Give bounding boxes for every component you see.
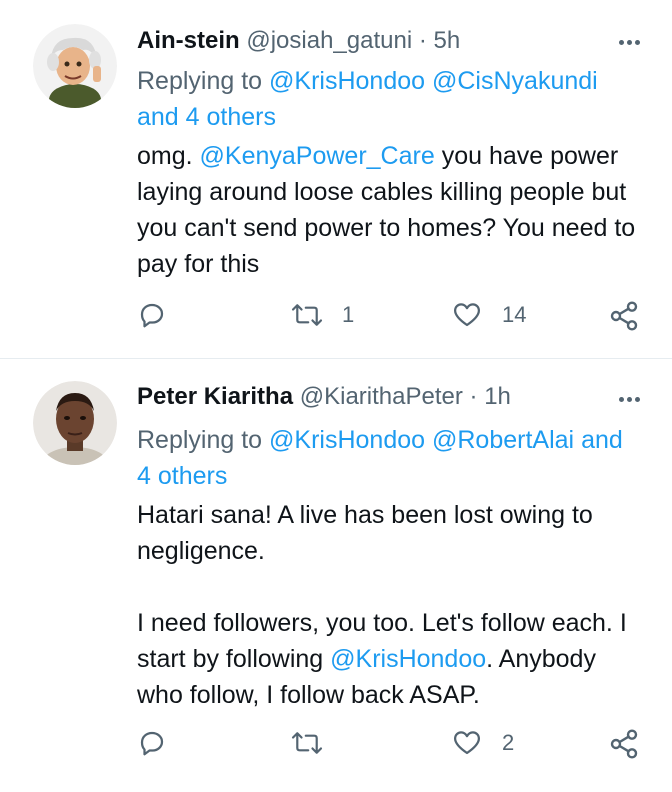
display-name[interactable]: Peter Kiaritha <box>137 383 293 410</box>
text-paragraph: Hatari sana! A live has been lost owing … <box>137 501 593 565</box>
text-part: omg. <box>137 142 200 170</box>
retweet-button[interactable] <box>290 728 346 758</box>
action-bar: 1 14 <box>0 300 672 340</box>
share-icon <box>610 301 638 331</box>
more-icon[interactable] <box>619 397 640 402</box>
action-bar: 2 <box>0 728 672 768</box>
like-icon <box>454 731 480 755</box>
tweet[interactable]: Peter Kiaritha @KiarithaPeter · 1h Reply… <box>0 359 672 792</box>
replying-prefix: Replying to <box>137 67 263 95</box>
timestamp[interactable]: 5h <box>434 27 461 54</box>
username[interactable]: @KiarithaPeter <box>300 383 463 410</box>
tweet-text: Hatari sana! A live has been lost owing … <box>137 497 647 713</box>
mention-link[interactable]: @KenyaPower_Care <box>200 142 435 170</box>
like-count: 14 <box>502 302 527 327</box>
replying-to: Replying to @KrisHondoo @RobertAlai and … <box>137 422 642 494</box>
mention-link[interactable]: @CisNyakundi <box>432 67 598 95</box>
retweet-icon <box>291 732 323 754</box>
reply-icon <box>140 303 164 328</box>
reply-icon <box>140 731 164 756</box>
mention-link[interactable]: @RobertAlai <box>432 426 574 454</box>
reply-button[interactable] <box>137 728 189 758</box>
separator-dot: · <box>418 27 427 54</box>
tweet[interactable]: Ain-stein @josiah_gatuni · 5h Replying t… <box>0 0 672 358</box>
like-count: 2 <box>502 730 515 755</box>
timestamp[interactable]: 1h <box>484 383 511 410</box>
text-paragraph: I need followers, you too. Let's follow … <box>137 605 647 713</box>
like-button[interactable]: 14 <box>452 300 526 330</box>
like-button[interactable]: 2 <box>452 728 514 758</box>
retweet-icon <box>291 304 323 326</box>
display-name[interactable]: Ain-stein <box>137 27 240 54</box>
mention-link[interactable]: @KrisHondoo <box>269 426 425 454</box>
replying-to: Replying to @KrisHondoo @CisNyakundi and… <box>137 63 642 135</box>
share-button[interactable] <box>608 728 640 760</box>
mention-link[interactable]: @KrisHondoo <box>269 67 425 95</box>
username[interactable]: @josiah_gatuni <box>246 27 412 54</box>
more-icon[interactable] <box>619 40 640 45</box>
avatar[interactable] <box>33 24 117 108</box>
reply-button[interactable] <box>137 300 189 330</box>
retweet-button[interactable]: 1 <box>290 300 354 330</box>
tweet-header: Peter Kiaritha @KiarithaPeter · 1h <box>137 382 648 412</box>
like-icon <box>454 303 480 327</box>
mention-link[interactable]: @KrisHondoo <box>330 645 486 673</box>
tweet-header: Ain-stein @josiah_gatuni · 5h <box>137 26 648 56</box>
share-icon <box>610 729 638 759</box>
share-button[interactable] <box>608 300 640 332</box>
tweet-text: omg. @KenyaPower_Care you have power lay… <box>137 138 647 282</box>
avatar[interactable] <box>33 381 117 465</box>
others-link[interactable]: and 4 others <box>137 103 276 131</box>
separator-dot: · <box>469 383 478 410</box>
retweet-count: 1 <box>342 302 355 327</box>
replying-prefix: Replying to <box>137 426 263 454</box>
